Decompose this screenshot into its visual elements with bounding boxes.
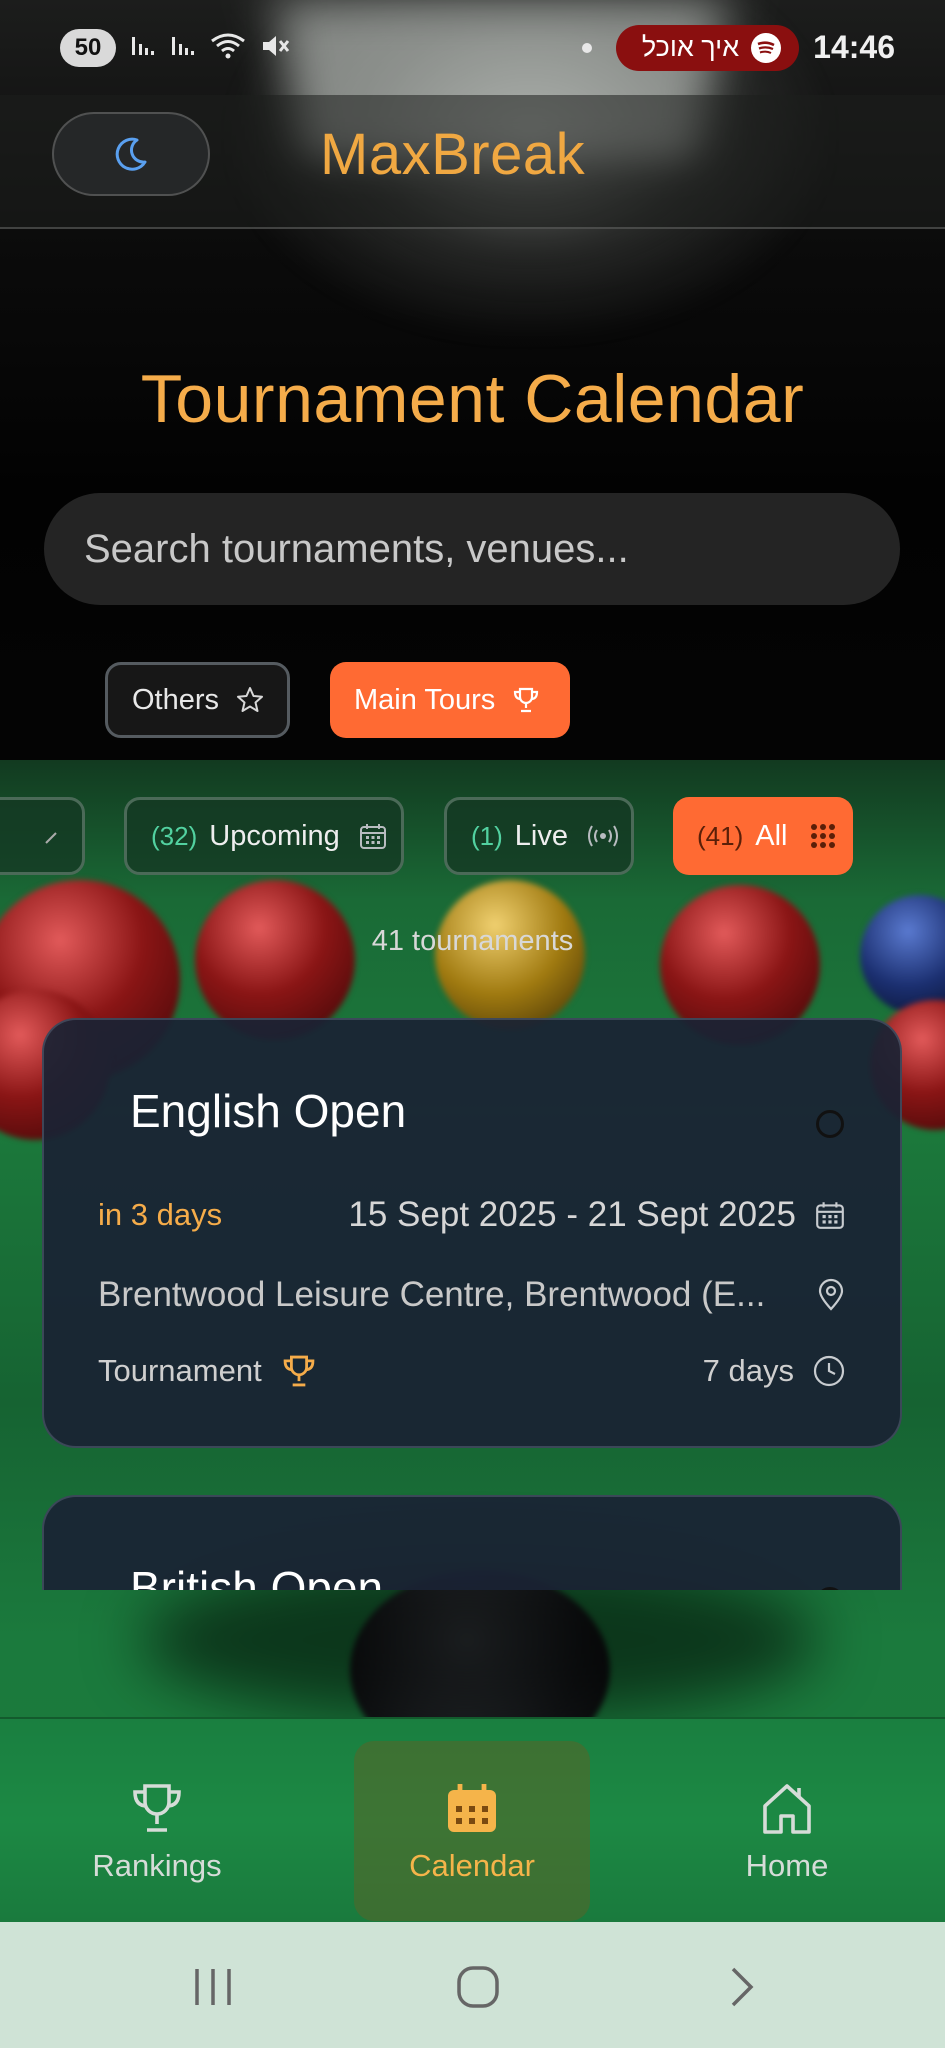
tournament-list: English Open in 3 days 15 Sept 2025 - 21… bbox=[0, 1018, 945, 1590]
filter-partial-chip[interactable] bbox=[0, 797, 85, 875]
status-filter-group: (32) Upcoming (1) Live (41) All bbox=[0, 797, 945, 875]
calendar-icon bbox=[442, 1778, 502, 1838]
nav-label: Calendar bbox=[409, 1848, 535, 1883]
app-header: MaxBreak bbox=[0, 95, 945, 229]
nav-rankings[interactable]: Rankings bbox=[39, 1741, 275, 1921]
mute-icon bbox=[260, 32, 290, 64]
nav-label: Rankings bbox=[92, 1848, 222, 1883]
tournament-name: British Open bbox=[130, 1562, 384, 1590]
tournament-card[interactable]: English Open in 3 days 15 Sept 2025 - 21… bbox=[42, 1018, 902, 1448]
status-dot bbox=[816, 1110, 844, 1138]
filter-others-chip[interactable]: Others bbox=[105, 662, 290, 738]
chip-label: All bbox=[755, 819, 788, 852]
countdown-label: in 3 days bbox=[98, 1197, 223, 1232]
chevron-icon bbox=[44, 820, 58, 853]
signal-icon bbox=[170, 34, 196, 62]
trophy-icon bbox=[280, 1352, 318, 1390]
recent-apps-button[interactable] bbox=[178, 1962, 248, 2012]
wifi-icon bbox=[210, 32, 246, 64]
grid-icon bbox=[809, 822, 837, 850]
date-range: 15 Sept 2025 - 21 Sept 2025 bbox=[348, 1195, 796, 1234]
duration-label: 7 days bbox=[702, 1353, 794, 1388]
chip-count: (41) bbox=[697, 820, 744, 851]
battery-indicator: 50 bbox=[60, 28, 116, 67]
nav-home[interactable]: Home bbox=[669, 1741, 905, 1921]
chip-label: Live bbox=[514, 819, 568, 852]
search-input[interactable] bbox=[84, 526, 900, 572]
home-icon bbox=[757, 1778, 817, 1838]
trophy-icon bbox=[511, 685, 541, 715]
page-title: Tournament Calendar bbox=[140, 361, 805, 437]
chip-label: Upcoming bbox=[209, 819, 340, 852]
clock: 14:46 bbox=[813, 29, 895, 65]
location-pin-icon bbox=[816, 1278, 846, 1312]
app-title: MaxBreak bbox=[320, 122, 586, 187]
chip-count: (32) bbox=[151, 820, 198, 851]
spotify-indicator[interactable]: איך אוכל bbox=[615, 24, 800, 71]
moon-icon bbox=[111, 134, 151, 174]
tournament-name: English Open bbox=[130, 1085, 407, 1137]
status-dot bbox=[816, 1587, 844, 1590]
result-count: 41 tournaments bbox=[371, 925, 574, 957]
spotify-text: איך אוכל bbox=[641, 32, 740, 62]
chip-label: Main Tours bbox=[354, 683, 496, 716]
trophy-icon bbox=[127, 1778, 187, 1838]
star-icon bbox=[235, 685, 265, 715]
back-button[interactable] bbox=[707, 1962, 777, 2012]
filter-upcoming-chip[interactable]: (32) Upcoming bbox=[124, 797, 404, 875]
signal-icon bbox=[130, 34, 156, 62]
status-bar: 50 איך אוכל 14:46 bbox=[0, 0, 945, 95]
chip-label: Others bbox=[132, 683, 220, 716]
chip-count: (1) bbox=[471, 820, 503, 851]
system-nav-bar bbox=[0, 1922, 945, 2048]
venue-label: Brentwood Leisure Centre, Brentwood (E..… bbox=[98, 1275, 766, 1314]
filter-live-chip[interactable]: (1) Live bbox=[444, 797, 634, 875]
notification-dot bbox=[581, 42, 592, 53]
search-bar[interactable] bbox=[44, 493, 900, 605]
theme-toggle-button[interactable] bbox=[52, 112, 210, 196]
tournament-card[interactable]: British Open bbox=[42, 1495, 902, 1590]
clock-icon bbox=[812, 1354, 846, 1388]
nav-label: Home bbox=[745, 1848, 829, 1883]
broadcast-icon bbox=[586, 824, 620, 848]
calendar-icon bbox=[358, 821, 388, 851]
bottom-nav: Rankings Calendar Home bbox=[0, 1717, 945, 1922]
nav-calendar[interactable]: Calendar bbox=[354, 1741, 590, 1921]
filter-main-tours-chip[interactable]: Main Tours bbox=[330, 662, 570, 738]
spotify-icon bbox=[751, 32, 782, 63]
calendar-icon bbox=[814, 1199, 846, 1231]
home-button[interactable] bbox=[443, 1962, 513, 2012]
tour-filter-group: Others Main Tours bbox=[105, 662, 570, 738]
event-type-label: Tournament bbox=[98, 1353, 262, 1388]
filter-all-chip[interactable]: (41) All bbox=[673, 797, 853, 875]
